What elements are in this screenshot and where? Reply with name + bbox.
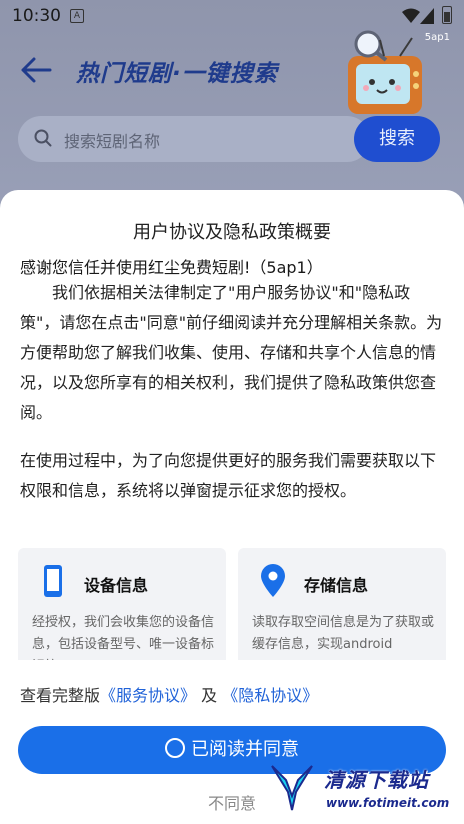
- wifi-icon: [402, 8, 420, 23]
- dialog-title: 用户协议及隐私政策概要: [133, 222, 331, 243]
- watermark-name: 清源下载站: [324, 768, 429, 792]
- dialog-paragraph-1: 我们依据相关法律制定了"用户服务协议"和"隐私政策"，请您在点击"同意"前仔细阅…: [20, 283, 443, 422]
- search-bar: 搜索短剧名称 搜索: [18, 116, 444, 162]
- card-description: 读取存取空间信息是为了获取或缓存信息，实现android: [252, 615, 435, 652]
- arrow-left-icon[interactable]: [20, 56, 52, 84]
- watermark-url: www.fotimeit.com: [326, 796, 450, 810]
- watermark-logo-icon: [271, 765, 313, 811]
- dialog-thanks: 感谢您信任并使用红尘免费短剧!（5ap1）: [20, 258, 323, 277]
- phone-icon: [44, 565, 62, 597]
- location-pin-icon: [261, 564, 285, 597]
- card-description: 经授权，我们会收集您的设备信息，包括设备型号、唯一设备标识符: [32, 615, 215, 660]
- battery-icon: [442, 6, 452, 24]
- links-prefix: 查看完整版: [20, 686, 101, 705]
- search-input-box[interactable]: 搜索短剧名称: [18, 116, 370, 162]
- notification-badge: A: [70, 9, 84, 23]
- permission-cards: 设备信息 经授权，我们会收集您的设备信息，包括设备型号、唯一设备标识符 存储信息…: [18, 548, 446, 660]
- search-icon: [34, 129, 52, 147]
- agree-button-label: 已阅读并同意: [191, 739, 299, 760]
- agreement-links: 查看完整版《服务协议》 及 《隐私协议》: [20, 682, 318, 706]
- watermark: 清源下载站 www.fotimeit.com: [268, 758, 458, 822]
- signal-icon: [420, 8, 434, 24]
- device-info-card: 设备信息 经授权，我们会收集您的设备信息，包括设备型号、唯一设备标识符: [18, 548, 226, 660]
- dialog-paragraph-2: 在使用过程中，为了向您提供更好的服务我们需要获取以下权限和信息，系统将以弹窗提示…: [20, 451, 437, 500]
- search-input[interactable]: 搜索短剧名称: [64, 128, 160, 152]
- storage-info-card: 存储信息 读取存取空间信息是为了获取或缓存信息，实现android: [238, 548, 446, 660]
- page-title: 热门短剧·一键搜索: [76, 61, 278, 87]
- status-time: 10:30: [12, 6, 61, 26]
- privacy-dialog: 用户协议及隐私政策概要 感谢您信任并使用红尘免费短剧!（5ap1） 我们依据相关…: [0, 190, 464, 824]
- privacy-agreement-link[interactable]: 《隐私协议》: [222, 686, 318, 705]
- tv-mascot-illustration: [348, 30, 422, 114]
- card-title: 设备信息: [84, 576, 149, 595]
- links-and: 及: [201, 686, 218, 705]
- search-button[interactable]: 搜索: [354, 116, 440, 162]
- radio-circle-icon: [165, 738, 185, 758]
- status-bar: 10:30 A 5ap1: [0, 0, 464, 43]
- card-title: 存储信息: [304, 576, 369, 595]
- service-agreement-link[interactable]: 《服务协议》: [100, 686, 196, 705]
